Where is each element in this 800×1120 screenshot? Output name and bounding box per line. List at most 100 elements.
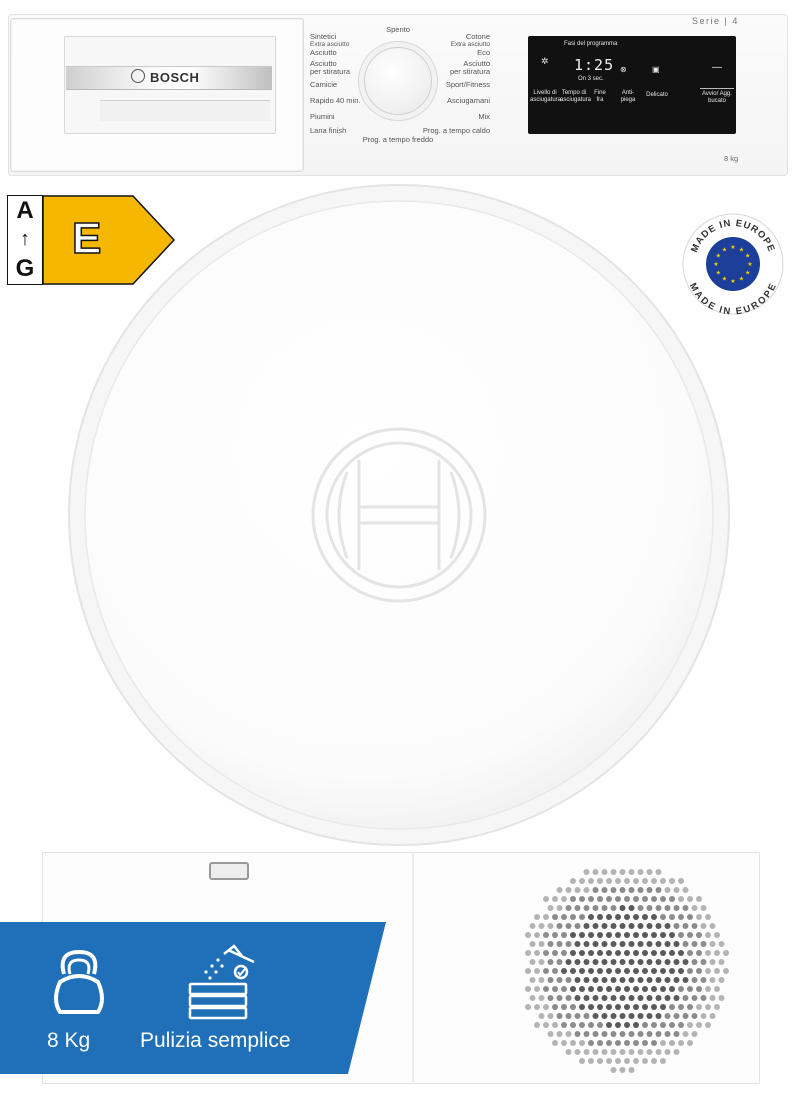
display-button-anti-crease[interactable]: Anti-piega xyxy=(617,90,639,104)
vent-hole xyxy=(678,968,684,974)
vent-hole xyxy=(538,977,545,983)
vent-hole xyxy=(543,1022,549,1028)
display-button-start[interactable]: Avvio/ Agg. bucato xyxy=(700,88,734,105)
vent-hole xyxy=(579,1040,585,1046)
vent-hole xyxy=(619,869,626,875)
vent-hole xyxy=(538,959,545,965)
vent-hole xyxy=(642,1004,648,1010)
program-label: per stiratura xyxy=(449,67,490,76)
vent-hole xyxy=(637,1013,644,1019)
vent-hole xyxy=(561,1040,567,1046)
vent-hole xyxy=(606,932,612,938)
vent-hole xyxy=(673,1049,680,1055)
vent-hole xyxy=(723,950,729,956)
vent-hole xyxy=(579,950,585,956)
vent-hole xyxy=(642,896,648,902)
vent-hole xyxy=(606,950,612,956)
vent-hole xyxy=(552,950,558,956)
vent-hole xyxy=(543,968,549,974)
vent-hole xyxy=(696,950,702,956)
program-selector-knob[interactable] xyxy=(364,47,432,115)
vent-hole xyxy=(637,959,644,965)
vent-hole xyxy=(565,923,572,929)
vent-hole xyxy=(592,959,599,965)
vent-hole xyxy=(628,1031,635,1037)
vent-hole xyxy=(592,941,599,947)
vent-hole xyxy=(664,1031,671,1037)
vent-hole xyxy=(601,887,608,893)
vent-hole xyxy=(556,905,563,911)
vent-hole xyxy=(700,923,707,929)
program-label-off: Spento xyxy=(386,25,410,34)
vent-hole xyxy=(565,905,572,911)
vent-hole xyxy=(673,887,680,893)
vent-hole xyxy=(678,1040,684,1046)
vent-hole xyxy=(642,968,648,974)
vent-hole xyxy=(534,1004,540,1010)
vent-hole xyxy=(610,869,617,875)
vent-hole xyxy=(714,1004,720,1010)
vent-hole xyxy=(529,995,536,1001)
maintenance-flap-handle[interactable] xyxy=(209,862,249,880)
dryer-door[interactable] xyxy=(66,182,732,848)
vent-hole xyxy=(574,1049,581,1055)
vent-hole xyxy=(633,968,639,974)
vent-hole xyxy=(556,941,563,947)
vent-hole xyxy=(700,995,707,1001)
vent-hole xyxy=(543,1004,549,1010)
vent-hole xyxy=(592,995,599,1001)
vent-hole xyxy=(673,1013,680,1019)
vent-hole xyxy=(619,977,626,983)
vent-hole xyxy=(700,941,707,947)
vent-hole xyxy=(669,986,675,992)
vent-hole xyxy=(687,986,693,992)
display-button-end-in[interactable]: Fine fra xyxy=(591,90,609,104)
vent-hole xyxy=(534,950,540,956)
program-label: Prog. a tempo freddo xyxy=(362,135,434,144)
vent-hole xyxy=(574,959,581,965)
vent-hole xyxy=(660,968,666,974)
vent-hole xyxy=(651,1022,657,1028)
vent-hole xyxy=(561,1022,567,1028)
vent-hole xyxy=(606,968,612,974)
vent-hole xyxy=(637,941,644,947)
vent-hole xyxy=(619,1031,626,1037)
vent-hole xyxy=(646,977,653,983)
vent-hole xyxy=(628,941,635,947)
vent-hole xyxy=(561,986,567,992)
vent-hole xyxy=(696,1004,702,1010)
vent-hole xyxy=(664,959,671,965)
vent-hole xyxy=(597,878,603,884)
display-button-dryness-level[interactable]: Livello di asciugatura xyxy=(530,90,561,104)
vent-hole xyxy=(597,914,603,920)
vent-hole xyxy=(538,923,545,929)
vent-hole xyxy=(606,1040,612,1046)
vent-hole xyxy=(534,986,540,992)
dash-icon: — xyxy=(712,62,722,73)
vent-hole xyxy=(543,914,549,920)
delicate-icon: ▣ xyxy=(652,65,660,74)
vent-hole xyxy=(601,905,608,911)
vent-hole xyxy=(588,1040,594,1046)
feature-label-easy-clean: Pulizia semplice xyxy=(140,1029,291,1052)
vent-hole xyxy=(592,1013,599,1019)
vent-hole xyxy=(660,1040,666,1046)
display-button-drying-time[interactable]: Tempo di asciugatura xyxy=(560,90,591,104)
vent-hole xyxy=(534,1022,540,1028)
eu-star-icon: ★ xyxy=(745,270,750,277)
program-label: Eco xyxy=(477,48,490,57)
vent-hole xyxy=(669,896,675,902)
display-button-delicate[interactable]: Delicato xyxy=(642,92,672,99)
vent-hole xyxy=(687,1040,693,1046)
vent-hole xyxy=(601,941,608,947)
vent-hole xyxy=(714,932,720,938)
eu-star-icon: ★ xyxy=(739,246,744,253)
vent-hole xyxy=(624,878,630,884)
vent-hole xyxy=(664,923,671,929)
vent-hole xyxy=(682,995,689,1001)
vent-hole xyxy=(570,1004,576,1010)
vent-hole xyxy=(615,986,621,992)
vent-hole xyxy=(525,986,531,992)
vent-hole xyxy=(574,977,581,983)
kettlebell-icon xyxy=(54,949,104,1014)
